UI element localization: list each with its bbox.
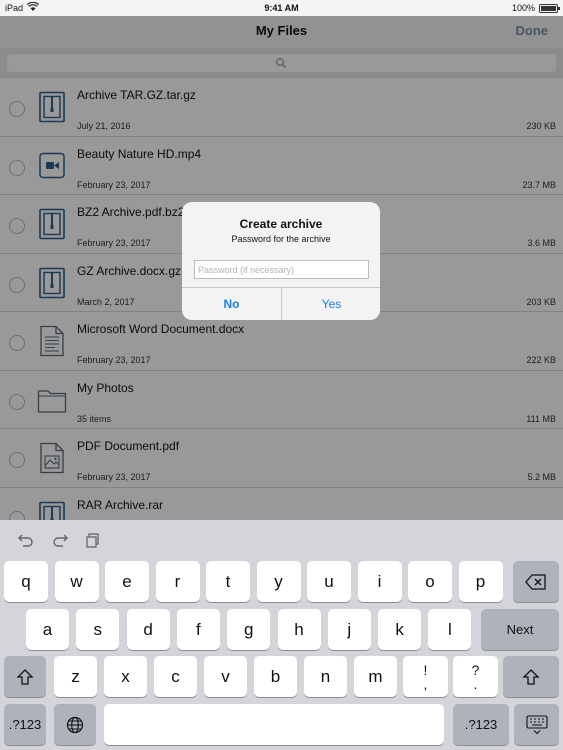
key-label-main: . bbox=[473, 675, 478, 692]
key-label: g bbox=[243, 619, 254, 639]
letter-key[interactable]: l bbox=[428, 609, 472, 650]
shift-icon bbox=[522, 668, 540, 685]
letter-key[interactable]: y bbox=[256, 561, 301, 602]
key-label: p bbox=[475, 571, 486, 591]
letter-key[interactable]: t bbox=[206, 561, 250, 602]
letter-key[interactable]: d bbox=[126, 609, 170, 650]
globe-icon bbox=[66, 716, 84, 733]
letter-key[interactable]: f bbox=[176, 609, 220, 650]
key-label: l bbox=[448, 619, 452, 639]
dismiss-keyboard-key[interactable] bbox=[514, 704, 559, 745]
letter-key[interactable]: c bbox=[154, 656, 197, 697]
letter-key[interactable]: o bbox=[408, 561, 452, 602]
key-label-alt: ! bbox=[423, 661, 428, 678]
key-label: f bbox=[196, 619, 201, 639]
redo-icon[interactable] bbox=[51, 532, 69, 548]
letter-key[interactable]: p bbox=[458, 561, 503, 602]
battery-icon bbox=[539, 4, 560, 13]
globe-key[interactable] bbox=[54, 704, 96, 745]
key-label: y bbox=[274, 571, 283, 591]
letter-key[interactable]: e bbox=[105, 561, 149, 602]
key-label: r bbox=[174, 571, 181, 591]
letter-key[interactable]: b bbox=[254, 656, 297, 697]
letter-key[interactable]: i bbox=[357, 561, 402, 602]
letter-key[interactable]: z bbox=[54, 656, 97, 697]
status-bar: iPad 9:41 AM 100% bbox=[0, 0, 563, 16]
letter-key[interactable]: r bbox=[155, 561, 200, 602]
letter-key[interactable]: m bbox=[354, 656, 397, 697]
next-key-label: Next bbox=[506, 622, 534, 637]
keyboard-dismiss-icon bbox=[525, 714, 548, 734]
key-label: o bbox=[425, 571, 435, 591]
letter-key[interactable]: g bbox=[227, 609, 271, 650]
numbers-key-label: .?123 bbox=[464, 717, 498, 732]
key-label: z bbox=[71, 666, 80, 686]
backspace-key[interactable] bbox=[513, 561, 559, 602]
backspace-icon bbox=[525, 573, 546, 590]
undo-icon[interactable] bbox=[17, 532, 35, 548]
numbers-key-right[interactable]: .?123 bbox=[453, 704, 509, 745]
key-label: n bbox=[320, 666, 331, 686]
key-label: i bbox=[377, 571, 382, 591]
status-time: 9:41 AM bbox=[264, 3, 299, 13]
key-label: q bbox=[21, 571, 31, 591]
key-label: v bbox=[221, 666, 230, 686]
shift-key-left[interactable] bbox=[4, 656, 46, 697]
numbers-key-label: .?123 bbox=[8, 717, 42, 732]
letter-key[interactable]: q bbox=[4, 561, 48, 602]
exclamation-comma-key[interactable]: !, bbox=[403, 656, 448, 697]
key-label-main: , bbox=[423, 675, 428, 692]
create-archive-dialog: Create archive Password for the archive … bbox=[182, 202, 380, 320]
letter-key[interactable]: j bbox=[327, 609, 371, 650]
space-key[interactable] bbox=[104, 704, 444, 745]
no-button[interactable]: No bbox=[182, 288, 281, 320]
dialog-message: Password for the archive bbox=[231, 234, 331, 244]
paste-icon[interactable] bbox=[85, 532, 101, 548]
letter-key[interactable]: v bbox=[204, 656, 247, 697]
shift-icon bbox=[16, 668, 34, 685]
key-label: s bbox=[93, 619, 103, 639]
key-label: h bbox=[294, 619, 304, 639]
key-label: x bbox=[121, 666, 130, 686]
next-key[interactable]: Next bbox=[481, 609, 559, 650]
shift-key-right[interactable] bbox=[503, 656, 559, 697]
question-period-key[interactable]: ?. bbox=[453, 656, 498, 697]
key-label: u bbox=[324, 571, 334, 591]
key-label: e bbox=[122, 571, 132, 591]
letter-key[interactable]: s bbox=[76, 609, 120, 650]
keyboard: Next !, ?. .?123 .?123 q w e r t y u i o p … bbox=[0, 520, 563, 750]
key-label: j bbox=[347, 619, 352, 639]
key-label-alt: ? bbox=[471, 661, 480, 678]
dialog-title: Create archive bbox=[239, 217, 323, 231]
key-label: c bbox=[171, 666, 180, 686]
password-input[interactable] bbox=[194, 260, 369, 279]
letter-key[interactable]: a bbox=[26, 609, 69, 650]
key-label: d bbox=[143, 619, 153, 639]
battery-percent: 100% bbox=[511, 3, 535, 13]
key-label: t bbox=[225, 571, 231, 591]
letter-key[interactable]: u bbox=[307, 561, 351, 602]
numbers-key-left[interactable]: .?123 bbox=[4, 704, 46, 745]
letter-key[interactable]: k bbox=[378, 609, 422, 650]
key-label: w bbox=[70, 571, 83, 591]
key-label: k bbox=[395, 619, 404, 639]
yes-button[interactable]: Yes bbox=[282, 288, 380, 320]
key-label: m bbox=[368, 666, 383, 686]
key-label: b bbox=[270, 666, 281, 686]
letter-key[interactable]: w bbox=[54, 561, 99, 602]
key-label: a bbox=[42, 619, 53, 639]
letter-key[interactable]: x bbox=[104, 656, 147, 697]
letter-key[interactable]: n bbox=[304, 656, 347, 697]
letter-key[interactable]: h bbox=[277, 609, 321, 650]
